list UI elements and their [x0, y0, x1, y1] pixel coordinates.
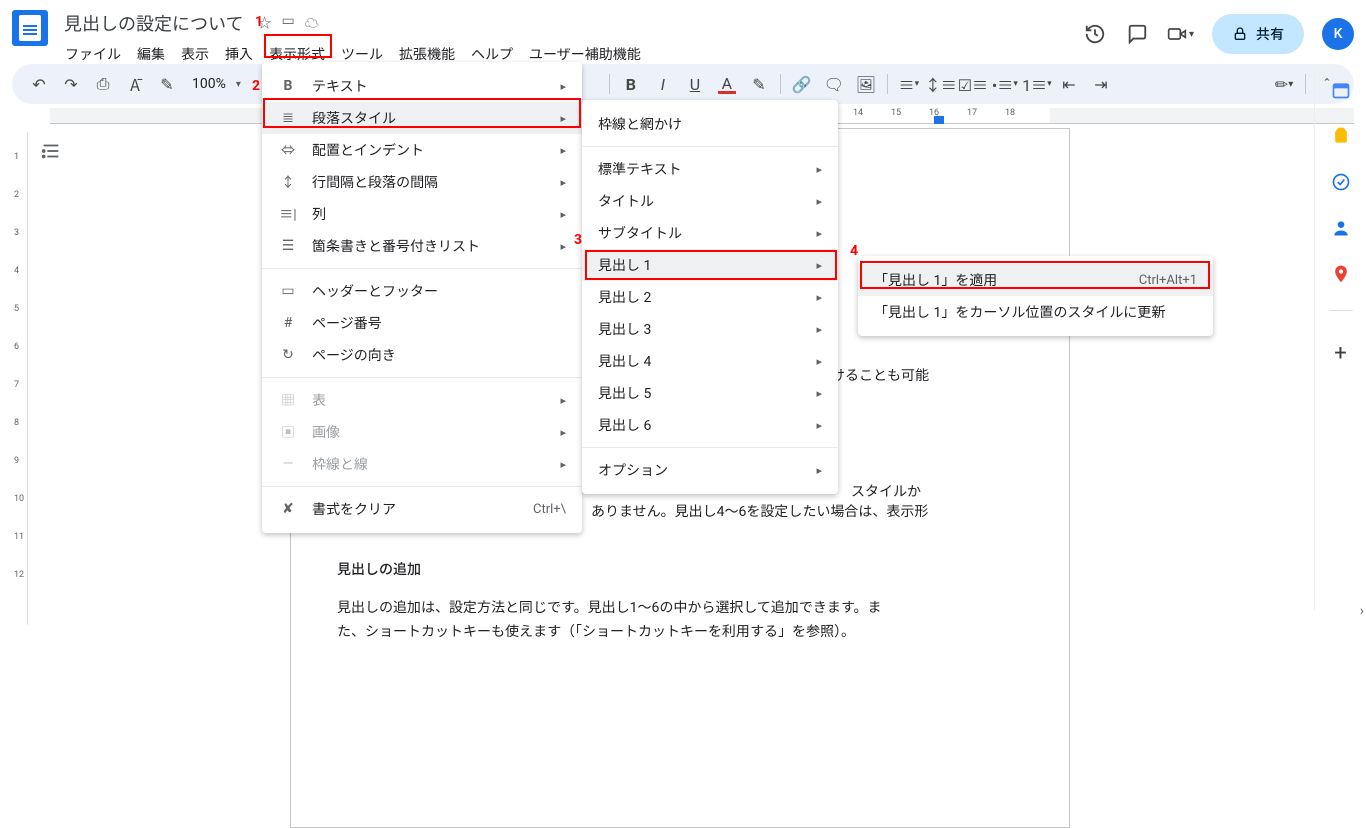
- toolbar: ↶ ↷ ⎙ Ᾱ ✎ 100% ▾ B I U A ✎ 🔗 🗨 🖼 ≡▾ ↕≡ ☑…: [12, 64, 1354, 104]
- h1-update[interactable]: 「見出し 1」をカーソル位置のスタイルに更新: [858, 296, 1213, 328]
- maps-icon[interactable]: [1331, 264, 1351, 284]
- editing-mode-button[interactable]: ✏ ▾: [1269, 69, 1299, 99]
- bulleted-list-button[interactable]: •≡▾: [990, 69, 1020, 99]
- indent-increase-button[interactable]: ⇥: [1086, 69, 1116, 99]
- heading1-submenu: 「見出し 1」を適用Ctrl+Alt+1 「見出し 1」をカーソル位置のスタイル…: [858, 256, 1213, 336]
- image-button[interactable]: 🖼: [851, 69, 881, 99]
- document-title[interactable]: 見出しの設定について: [58, 8, 249, 38]
- redo-button[interactable]: ↷: [56, 69, 86, 99]
- side-panel: +: [1314, 70, 1366, 610]
- format-clear[interactable]: ✘書式をクリアCtrl+\: [262, 493, 582, 525]
- doc-text-fragment: ありません。見出し4～6を設定したい場合は、表示形: [591, 499, 928, 526]
- ps-normal-text[interactable]: 標準テキスト▸: [582, 153, 838, 185]
- title-and-menu: 見出しの設定について ☆ ▭ ☁ ファイル 編集 表示 挿入 表示形式 ツール …: [58, 8, 648, 68]
- bold-button[interactable]: B: [616, 69, 646, 99]
- italic-button[interactable]: I: [648, 69, 678, 99]
- paragraph-styles-submenu: 枠線と網かけ 標準テキスト▸ タイトル▸ サブタイトル▸ 見出し 1▸ 見出し …: [582, 100, 838, 494]
- history-icon[interactable]: [1083, 22, 1107, 46]
- ruler-indent-marker-icon[interactable]: [934, 116, 944, 124]
- keep-icon[interactable]: [1331, 126, 1351, 146]
- ps-heading-1[interactable]: 見出し 1▸: [582, 249, 838, 281]
- comment-history-icon[interactable]: [1125, 22, 1149, 46]
- side-panel-collapse-icon[interactable]: ›: [1360, 603, 1364, 619]
- format-image: ▣画像▸: [262, 416, 582, 448]
- star-icon[interactable]: ☆: [257, 13, 271, 33]
- cloud-status-icon[interactable]: ☁: [305, 13, 319, 33]
- format-page-orientation[interactable]: ↻ページの向き: [262, 339, 582, 371]
- format-table: ▦表▸: [262, 384, 582, 416]
- share-button[interactable]: 共有: [1212, 14, 1304, 54]
- doc-text-fragment: けることも可能: [831, 363, 929, 390]
- underline-button[interactable]: U: [680, 69, 710, 99]
- format-line-spacing[interactable]: ↕行間隔と段落の間隔▸: [262, 166, 582, 198]
- spellcheck-button[interactable]: Ᾱ: [120, 69, 150, 99]
- align-button[interactable]: ≡▾: [894, 69, 924, 99]
- account-avatar[interactable]: K: [1322, 18, 1354, 50]
- ps-title[interactable]: タイトル▸: [582, 185, 838, 217]
- undo-button[interactable]: ↶: [24, 69, 54, 99]
- format-text[interactable]: Bテキスト▸: [262, 70, 582, 102]
- checklist-button[interactable]: ☑≡: [958, 69, 988, 99]
- ps-borders-shading[interactable]: 枠線と網かけ: [582, 108, 838, 140]
- highlight-button[interactable]: ✎: [744, 69, 774, 99]
- doc-header: 見出しの設定について ☆ ▭ ☁ ファイル 編集 表示 挿入 表示形式 ツール …: [0, 0, 1366, 60]
- contacts-icon[interactable]: [1331, 218, 1351, 238]
- paint-format-button[interactable]: ✎: [152, 69, 182, 99]
- doc-heading: 見出しの追加: [337, 557, 421, 584]
- doc-body-line: た、ショートカットキーも使えます（「ショートカットキーを利用する」を参照）。: [337, 619, 855, 646]
- ps-heading-5[interactable]: 見出し 5▸: [582, 377, 838, 409]
- vertical-ruler[interactable]: 1 2 3 4 5 6 7 8 9 10 11 12: [12, 132, 28, 625]
- format-page-numbers[interactable]: #ページ番号: [262, 307, 582, 339]
- numbered-list-button[interactable]: 1≡▾: [1022, 69, 1052, 99]
- link-button[interactable]: 🔗: [787, 69, 817, 99]
- meet-icon[interactable]: ▾: [1167, 22, 1194, 46]
- indent-decrease-button[interactable]: ⇤: [1054, 69, 1084, 99]
- format-borders-lines: —枠線と線▸: [262, 448, 582, 480]
- comment-button[interactable]: 🗨: [819, 69, 849, 99]
- ps-heading-6[interactable]: 見出し 6▸: [582, 409, 838, 441]
- zoom-select[interactable]: 100%: [184, 76, 234, 92]
- h1-apply[interactable]: 「見出し 1」を適用Ctrl+Alt+1: [858, 264, 1213, 296]
- print-button[interactable]: ⎙: [88, 69, 118, 99]
- format-columns[interactable]: ≡|列▸: [262, 198, 582, 230]
- format-align-indent[interactable]: ⇔配置とインデント▸: [262, 134, 582, 166]
- docs-logo[interactable]: [12, 10, 48, 46]
- move-icon[interactable]: ▭: [281, 13, 294, 33]
- line-spacing-button[interactable]: ↕≡: [926, 69, 956, 99]
- ps-heading-4[interactable]: 見出し 4▸: [582, 345, 838, 377]
- ps-options[interactable]: オプション▸: [582, 454, 838, 486]
- calendar-icon[interactable]: [1331, 80, 1351, 100]
- format-bullets-numbering[interactable]: ☰箇条書きと番号付きリスト▸: [262, 230, 582, 262]
- outline-toggle-icon[interactable]: [40, 140, 62, 166]
- ps-heading-2[interactable]: 見出し 2▸: [582, 281, 838, 313]
- ps-heading-3[interactable]: 見出し 3▸: [582, 313, 838, 345]
- ps-subtitle[interactable]: サブタイトル▸: [582, 217, 838, 249]
- format-menu-dropdown: Bテキスト▸ ≣段落スタイル▸ ⇔配置とインデント▸ ↕行間隔と段落の間隔▸ ≡…: [262, 62, 582, 533]
- addons-plus-icon[interactable]: +: [1334, 341, 1346, 366]
- text-color-button[interactable]: A: [712, 69, 742, 99]
- format-headers-footers[interactable]: ▭ヘッダーとフッター: [262, 275, 582, 307]
- doc-body-line: 見出しの追加は、設定方法と同じです。見出し1〜6の中から選択して追加できます。ま: [337, 595, 882, 622]
- share-label: 共有: [1256, 24, 1284, 44]
- format-paragraph-styles[interactable]: ≣段落スタイル▸: [262, 102, 582, 134]
- tasks-icon[interactable]: [1331, 172, 1351, 192]
